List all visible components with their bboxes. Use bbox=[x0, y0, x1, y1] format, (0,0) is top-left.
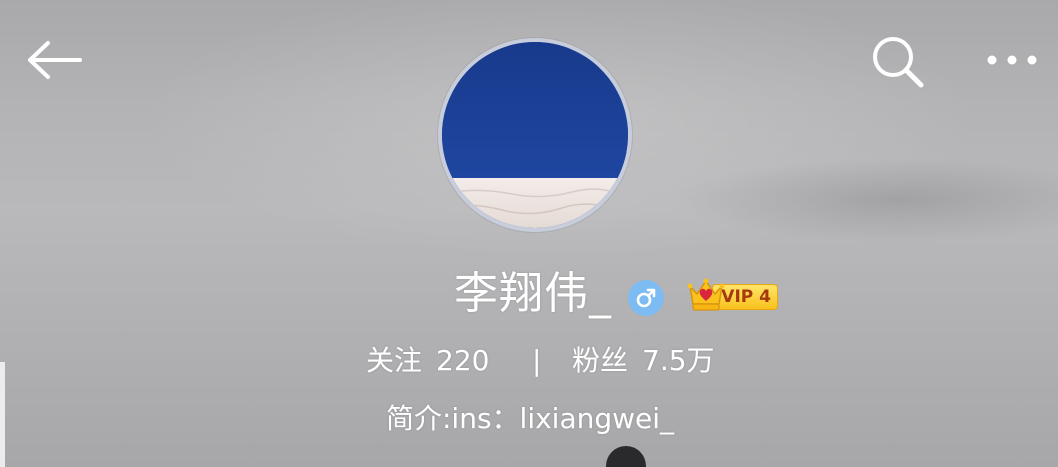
user-name: 李翔伟_ bbox=[454, 268, 612, 319]
followers-count: 7.5万 bbox=[642, 344, 715, 377]
arrow-left-icon bbox=[28, 41, 82, 79]
profile-header: 李翔伟_ VIP 4 关注 220 | 粉丝 7.5万 简介:ins：lixia… bbox=[0, 0, 1058, 467]
back-button[interactable] bbox=[22, 32, 86, 88]
vip-badge[interactable]: VIP 4 bbox=[686, 276, 782, 312]
avatar[interactable] bbox=[438, 38, 632, 232]
search-button[interactable] bbox=[866, 30, 928, 92]
following-count: 220 bbox=[436, 344, 490, 377]
followers-label: 粉丝 bbox=[572, 344, 629, 377]
bio-text: 简介:ins：lixiangwei_ bbox=[386, 402, 675, 435]
left-edge-strip bbox=[0, 362, 5, 467]
stats-divider: | bbox=[532, 344, 542, 377]
search-icon bbox=[873, 37, 924, 88]
crown-icon bbox=[687, 278, 725, 311]
more-button[interactable] bbox=[978, 36, 1046, 84]
name-row: 李翔伟_ VIP 4 bbox=[0, 262, 1058, 328]
more-horizontal-icon bbox=[987, 55, 1037, 65]
following-stat[interactable]: 关注 220 bbox=[366, 336, 489, 386]
male-icon bbox=[636, 288, 656, 308]
gender-badge bbox=[628, 280, 664, 316]
background-figure bbox=[606, 446, 646, 467]
following-label: 关注 bbox=[366, 344, 423, 377]
followers-stat[interactable]: 粉丝 7.5万 bbox=[572, 336, 715, 386]
stats-row: 关注 220 | 粉丝 7.5万 bbox=[0, 336, 1058, 386]
